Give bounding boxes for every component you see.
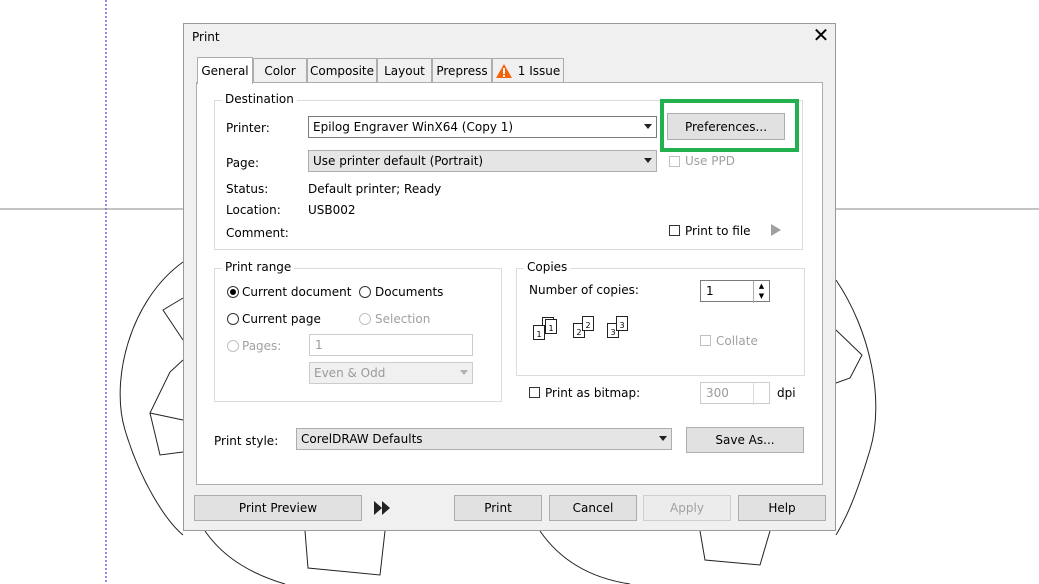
number-of-copies-label: Number of copies: <box>529 283 639 297</box>
number-of-copies-value: 1 <box>706 284 714 298</box>
help-button[interactable]: Help <box>738 495 826 521</box>
print-as-bitmap-label: Print as bitmap: <box>545 386 641 400</box>
page-icon: 3 <box>616 316 628 331</box>
page-dropdown-value: Use printer default (Portrait) <box>313 154 484 168</box>
cancel-button[interactable]: Cancel <box>549 495 637 521</box>
status-label: Status: <box>226 182 269 196</box>
highlight-box <box>660 99 799 152</box>
tab-layout[interactable]: Layout <box>377 58 432 82</box>
play-arrow-icon[interactable] <box>771 224 781 236</box>
print-range-group-title: Print range <box>222 260 295 274</box>
documents-radio[interactable] <box>359 286 371 298</box>
chevron-down-icon <box>644 124 652 129</box>
location-value: USB002 <box>308 203 356 217</box>
dialog-title: Print <box>192 30 220 44</box>
selection-label: Selection <box>375 312 431 326</box>
page-icon: 2 <box>582 316 594 331</box>
pages-input[interactable]: 1 <box>309 334 473 356</box>
wheel-shape-right <box>835 279 877 536</box>
spin-down-icon[interactable]: ▼ <box>754 291 769 301</box>
collate-label: Collate <box>716 334 758 348</box>
selection-radio[interactable] <box>359 313 371 325</box>
page-label: Page: <box>226 156 260 170</box>
even-odd-dropdown[interactable]: Even & Odd <box>309 362 473 384</box>
even-odd-value: Even & Odd <box>314 366 386 380</box>
page-icon: 1 <box>545 319 557 334</box>
wheel-shape-bottom <box>204 530 771 584</box>
page-icon: 1 <box>533 325 545 340</box>
current-page-radio[interactable] <box>227 313 239 325</box>
print-button[interactable]: Print <box>454 495 542 521</box>
documents-label: Documents <box>375 285 444 299</box>
spin-up-icon[interactable]: ▲ <box>754 281 769 291</box>
tab-issues[interactable]: 1 Issue <box>492 58 564 82</box>
current-document-label: Current document <box>242 285 352 299</box>
destination-group-title: Destination <box>222 92 297 106</box>
save-as-button[interactable]: Save As... <box>686 427 804 453</box>
double-chevron-right-icon[interactable] <box>374 501 392 515</box>
tab-composite[interactable]: Composite <box>307 58 377 82</box>
chevron-down-icon <box>644 158 652 163</box>
tab-prepress[interactable]: Prepress <box>432 58 492 82</box>
print-preview-button[interactable]: Print Preview <box>194 495 362 521</box>
print-to-file-checkbox[interactable] <box>669 225 680 236</box>
bitmap-dpi-input[interactable]: 300 <box>700 382 770 405</box>
chevron-down-icon <box>460 370 468 375</box>
pages-label: Pages: <box>242 339 282 353</box>
number-of-copies-input[interactable]: 1 ▲ ▼ <box>700 280 770 303</box>
print-as-bitmap-checkbox[interactable] <box>529 387 540 398</box>
print-style-dropdown[interactable]: CorelDRAW Defaults <box>296 428 672 450</box>
bitmap-dpi-value: 300 <box>706 386 729 400</box>
printer-dropdown-value: Epilog Engraver WinX64 (Copy 1) <box>313 120 514 134</box>
dpi-spinner[interactable] <box>753 383 769 405</box>
tab-issues-label: 1 Issue <box>517 63 561 78</box>
print-style-label: Print style: <box>214 434 279 448</box>
current-page-label: Current page <box>242 312 321 326</box>
comment-label: Comment: <box>226 226 289 240</box>
apply-button[interactable]: Apply <box>643 495 731 521</box>
current-document-radio[interactable] <box>227 286 239 298</box>
printer-label: Printer: <box>226 121 270 135</box>
dpi-unit-label: dpi <box>777 386 796 400</box>
pages-radio[interactable] <box>227 340 239 352</box>
location-label: Location: <box>226 203 281 217</box>
copies-spinner[interactable]: ▲ ▼ <box>753 281 769 303</box>
printer-dropdown[interactable]: Epilog Engraver WinX64 (Copy 1) <box>308 116 657 138</box>
print-style-value: CorelDRAW Defaults <box>301 432 423 446</box>
status-value: Default printer; Ready <box>308 182 442 196</box>
print-to-file-label: Print to file <box>685 224 751 238</box>
tab-general[interactable]: General <box>197 57 253 84</box>
collate-checkbox[interactable] <box>700 335 711 346</box>
tab-color[interactable]: Color <box>253 58 307 82</box>
use-ppd-checkbox[interactable] <box>669 156 680 167</box>
copies-group-title: Copies <box>524 260 571 274</box>
close-icon[interactable]: ✕ <box>810 23 832 47</box>
warning-icon <box>495 63 512 78</box>
wheel-shape-left <box>119 261 184 536</box>
chevron-down-icon <box>659 436 667 441</box>
use-ppd-label: Use PPD <box>685 154 735 168</box>
page-dropdown[interactable]: Use printer default (Portrait) <box>308 150 657 172</box>
